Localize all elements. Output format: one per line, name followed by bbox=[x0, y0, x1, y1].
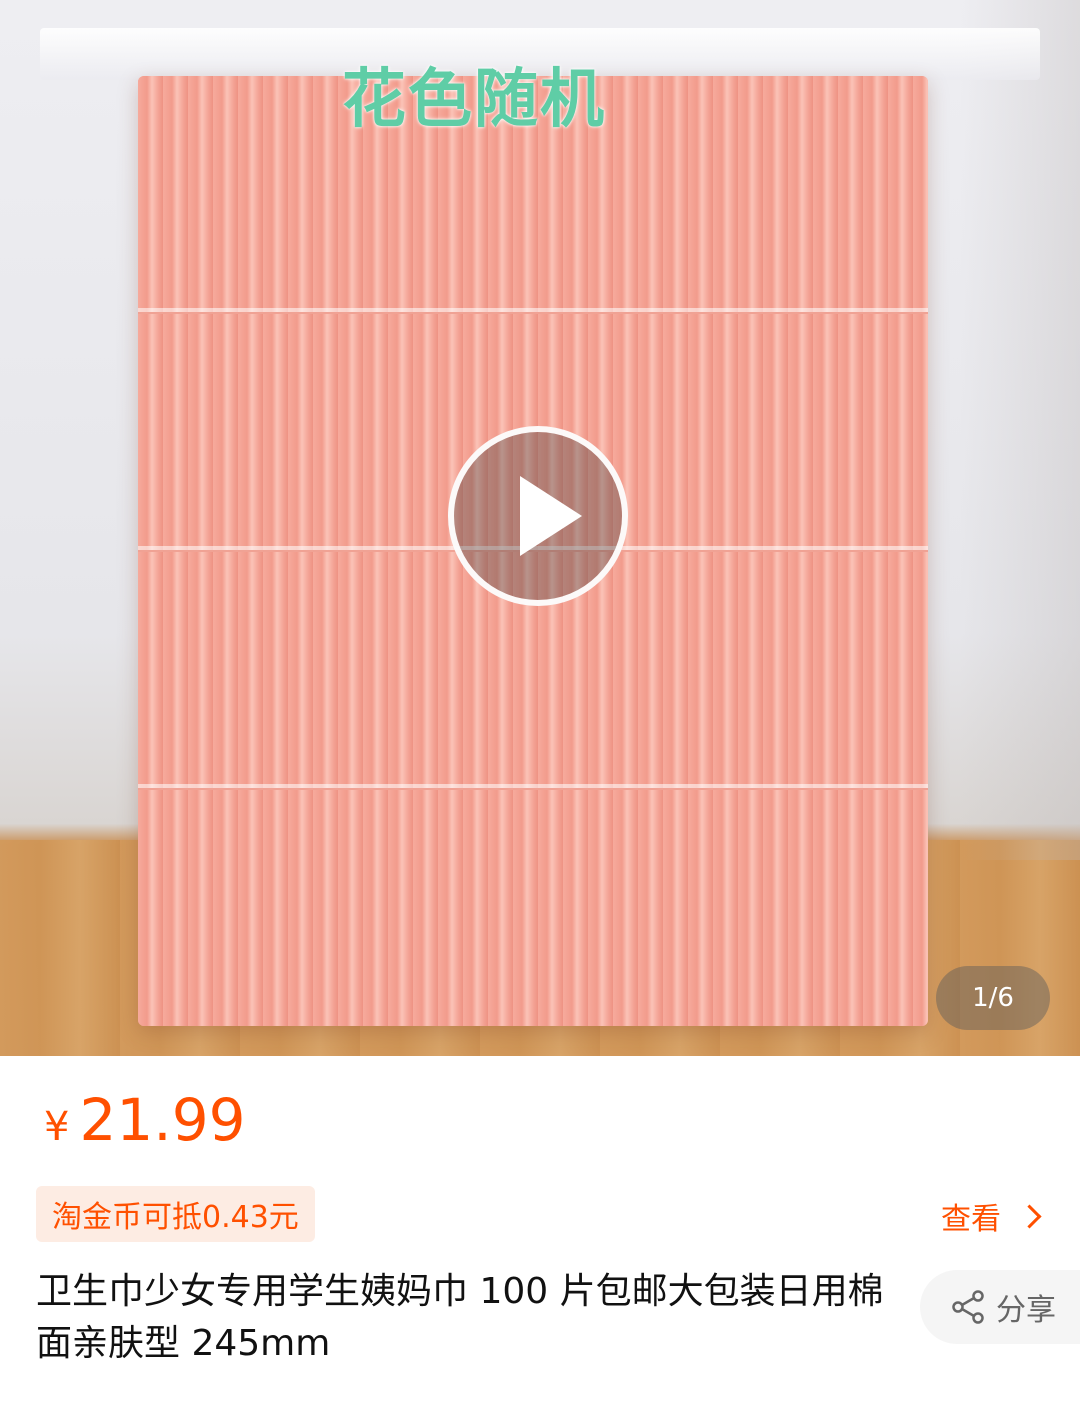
price-value: 21.99 bbox=[79, 1086, 246, 1154]
image-overlay-text: 花色随机 bbox=[342, 63, 606, 137]
view-link-label: 查看 bbox=[941, 1202, 1001, 1237]
product-image-row bbox=[138, 790, 928, 1026]
product-media-carousel[interactable]: 花色随机 1/6 bbox=[0, 0, 1080, 1056]
share-label: 分享 bbox=[996, 1293, 1056, 1328]
product-price: ¥21.99 bbox=[44, 1086, 246, 1154]
product-title: 卫生巾少女专用学生姨妈巾 100 片包邮大包装日用棉面亲肤型 245mm bbox=[36, 1271, 884, 1364]
image-page-indicator: 1/6 bbox=[936, 966, 1050, 1030]
product-image-shadow bbox=[960, 0, 1080, 860]
share-button[interactable]: 分享 bbox=[920, 1270, 1080, 1344]
chevron-right-icon bbox=[1017, 1203, 1042, 1229]
play-icon bbox=[520, 476, 582, 556]
share-icon bbox=[952, 1290, 984, 1324]
video-play-button[interactable] bbox=[448, 426, 628, 606]
view-coin-details-link[interactable]: 查看 bbox=[941, 1194, 1042, 1238]
coin-deduction-badge: 淘金币可抵0.43元 bbox=[36, 1186, 315, 1242]
currency-symbol: ¥ bbox=[44, 1104, 70, 1150]
